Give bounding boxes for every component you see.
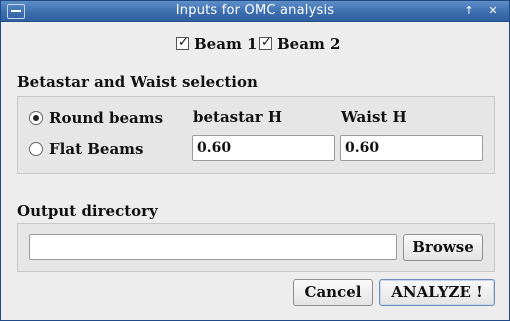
checkmark-icon: ✓: [178, 35, 189, 50]
betastar-h-heading: betastar H: [193, 108, 283, 126]
beam2-checkbox[interactable]: ✓: [259, 35, 272, 50]
beam1-checkbox-row[interactable]: ✓ Beam 1: [176, 35, 257, 53]
beam2-label: Beam 2: [277, 35, 341, 53]
flat-beams-radio[interactable]: [29, 142, 43, 156]
close-icon[interactable]: ✕: [485, 4, 501, 19]
title-bar[interactable]: Inputs for OMC analysis ↑ ✕: [1, 1, 509, 22]
round-beams-label: Round beams: [49, 109, 164, 127]
output-directory-title: Output directory: [17, 202, 158, 220]
waist-h-input[interactable]: 0.60: [340, 135, 483, 161]
beam1-checkbox[interactable]: ✓: [176, 35, 189, 50]
flat-beams-label: Flat Beams: [49, 140, 144, 158]
output-directory-input[interactable]: [29, 234, 397, 260]
analyze-button[interactable]: ANALYZE !: [379, 279, 495, 306]
raise-window-icon[interactable]: ↑: [461, 4, 477, 19]
round-beams-radio-row[interactable]: Round beams: [29, 109, 163, 127]
cancel-button[interactable]: Cancel: [293, 279, 373, 306]
beam1-label: Beam 1: [194, 35, 258, 53]
checkmark-icon: ✓: [261, 35, 272, 50]
waist-h-heading: Waist H: [341, 108, 407, 126]
browse-button[interactable]: Browse: [403, 234, 483, 261]
window-title: Inputs for OMC analysis: [175, 3, 335, 18]
betastar-h-input[interactable]: 0.60: [192, 135, 335, 161]
beam2-checkbox-row[interactable]: ✓ Beam 2: [259, 35, 340, 53]
dialog-window: Inputs for OMC analysis ↑ ✕ ✓ Beam 1 ✓ Bea…: [0, 0, 510, 321]
betastar-section-title: Betastar and Waist selection: [17, 73, 258, 91]
round-beams-radio[interactable]: [29, 111, 43, 125]
flat-beams-radio-row[interactable]: Flat Beams: [29, 140, 143, 158]
